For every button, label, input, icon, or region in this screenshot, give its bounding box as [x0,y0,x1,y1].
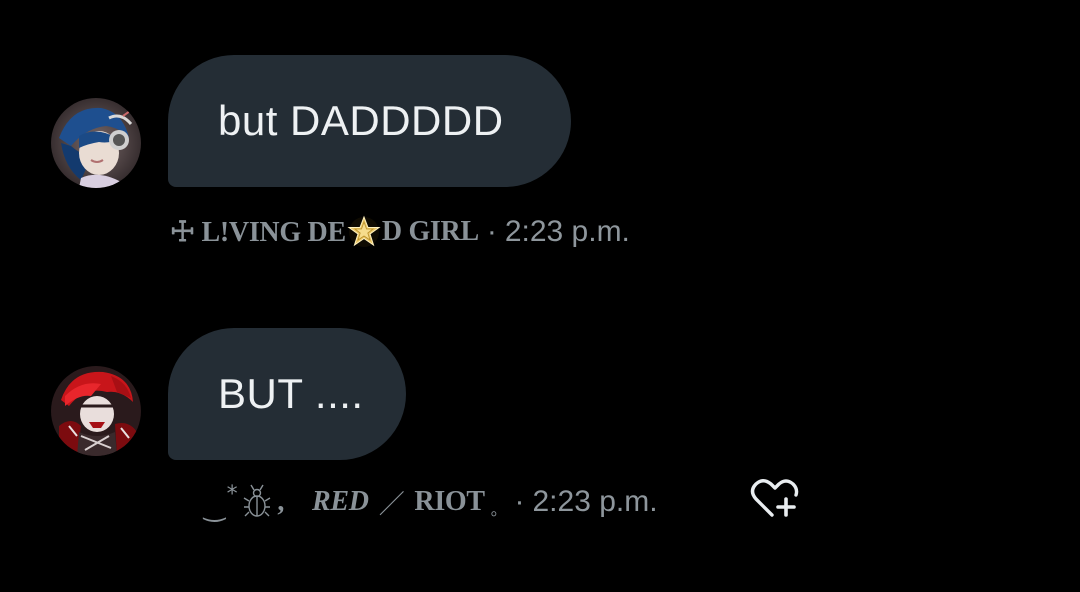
sender-name-part: ☩ L!VING DE [170,217,346,248]
blue-haired-character-avatar [51,98,141,188]
sender-name-decoration: 。 [490,500,507,519]
timestamp: 2:23 p.m. [532,485,658,518]
red-haired-character-avatar [51,366,141,456]
avatar[interactable] [51,98,141,188]
sender-name-part: RIOT [414,486,485,517]
sender-name-decoration: , [277,486,285,517]
meta-separator: · [514,485,525,518]
message-meta: ☩ L!VING DE D GIRL · 2:23 p.m. [170,211,630,253]
message-text: but DADDDDD [218,97,504,144]
meta-separator: · [486,215,497,248]
beetle-icon [243,484,271,520]
avatar[interactable] [51,366,141,456]
sender-name[interactable]: ☩ L!VING DE D GIRL [170,215,479,249]
sender-name[interactable]: ‿ * , RED ／ RIOT 。 [204,481,507,524]
golden-pentagram-icon [347,215,381,249]
sender-name-part: RED [312,486,369,517]
sender-name-part: D GIRL [381,216,479,247]
sender-name-decoration: ／ [378,489,405,520]
add-reaction-button[interactable] [750,478,800,520]
heart-plus-icon [750,479,799,517]
sender-name-decoration: ‿ [204,493,225,523]
message-bubble[interactable]: BUT .... [168,328,406,460]
chat-screen: but DADDDDD ☩ L!VING DE D GIRL · 2:23 p.… [0,0,1080,592]
message-meta: ‿ * , RED ／ RIOT 。 · 2:23 p.m. [204,479,658,525]
sender-name-decoration: * [226,481,238,507]
timestamp: 2:23 p.m. [504,215,630,248]
message-bubble[interactable]: but DADDDDD [168,55,571,187]
message-text: BUT .... [218,370,364,417]
